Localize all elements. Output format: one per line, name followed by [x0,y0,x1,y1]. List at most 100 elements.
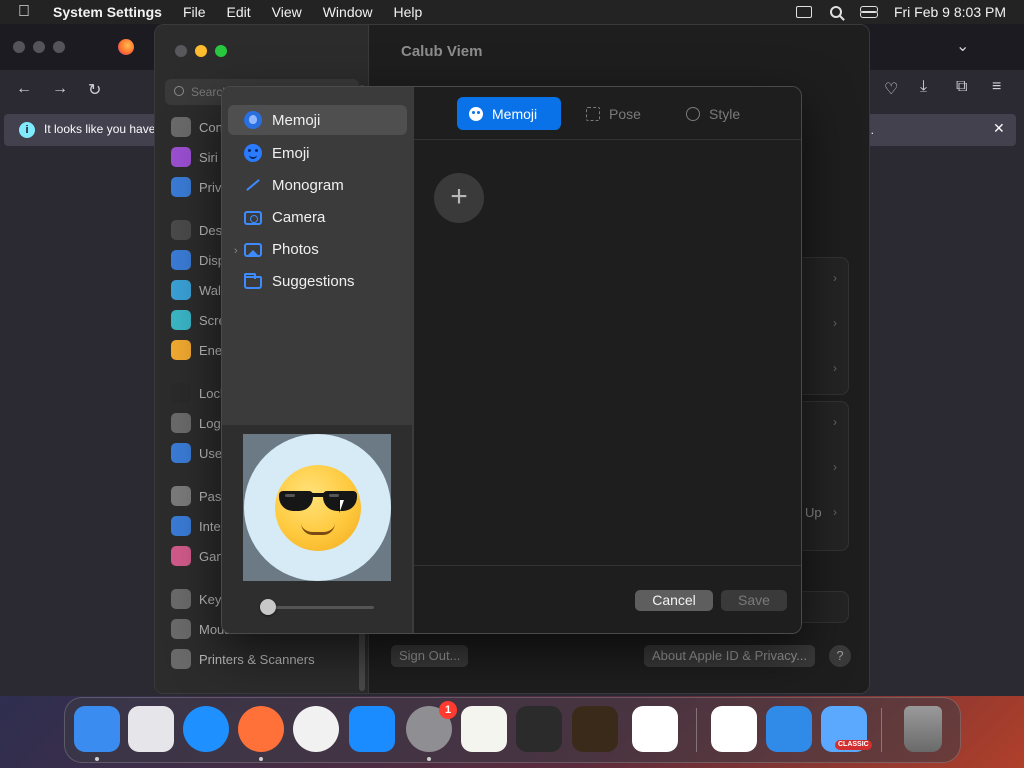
chevron-right-icon[interactable]: › [833,271,837,285]
cancel-button[interactable]: Cancel [635,590,713,611]
zoom-slider-track[interactable] [266,606,374,609]
pocket-icon[interactable]: ♡ [884,79,898,99]
settings-pane-icon [171,516,191,536]
dock-app-visual-studio[interactable] [711,706,757,752]
settings-pane-icon [171,443,191,463]
dock-app-weather[interactable] [766,706,812,752]
dock-app-app-store[interactable] [349,706,395,752]
dock-app-terminal[interactable] [516,706,562,752]
about-apple-id-button[interactable]: About Apple ID & Privacy... [644,645,816,667]
spotlight-search-icon[interactable] [829,6,842,18]
chevron-right-icon[interactable]: › [833,415,837,429]
dock-app-system-settings[interactable]: 1 [406,701,457,752]
source-item-emoji[interactable]: Emoji [228,138,407,168]
save-button[interactable]: Save [721,590,787,611]
chevron-right-icon[interactable]: › [833,316,837,330]
dock-app-classic[interactable]: CLASSIC [821,706,872,752]
sidebar-item[interactable]: Gam [171,544,227,568]
browser-zoom-button[interactable] [53,41,65,53]
tab-list-chevron-icon[interactable]: ⌄ [956,36,969,56]
sunglasses [279,491,357,511]
sidebar-item[interactable]: Priv [171,175,221,199]
sidebar-item[interactable]: Des [171,218,222,242]
extensions-icon[interactable]: ⧉ [956,78,967,96]
settings-row-label[interactable]: Up [805,505,822,520]
window-zoom-button[interactable] [215,45,227,57]
sidebar-item[interactable]: Lock [171,381,226,405]
control-center-icon[interactable] [859,6,878,18]
sidebar-item[interactable]: Keyb [171,587,229,611]
dock-app-vs-code[interactable] [632,706,678,752]
dock-app-textedit[interactable] [461,706,507,752]
browser-minimize-button[interactable] [33,41,45,53]
notice-close-icon[interactable]: ✕ [993,120,1005,137]
source-item-memoji[interactable]: Memoji [228,105,407,135]
add-memoji-button[interactable]: + [434,173,484,223]
sidebar-item[interactable]: Wall [171,278,224,302]
sign-out-button[interactable]: Sign Out... [391,645,469,667]
chevron-right-icon[interactable]: › [833,460,837,474]
chevron-right-icon[interactable]: › [833,361,837,375]
dock-separator [696,708,697,752]
sidebar-item[interactable]: Siri [171,145,218,169]
source-item-monogram[interactable]: Monogram [228,170,407,200]
tab-pose[interactable]: Pose [574,97,664,130]
dock-app-firefox[interactable] [238,706,284,752]
source-item-suggestions[interactable]: Suggestions [228,266,407,296]
back-arrow-icon[interactable]: ← [16,80,32,98]
source-label: Camera [272,208,326,226]
tab-style[interactable]: Style [674,97,764,130]
footer-divider [414,565,801,566]
source-item-photos[interactable]: Photos [228,234,407,264]
sidebar-item[interactable]: Use [171,441,222,465]
menu-view[interactable]: View [272,4,302,20]
sidebar-item-label: Siri [199,149,218,165]
browser-close-button[interactable] [13,41,25,53]
sidebar-item[interactable]: Pass [171,484,228,508]
sidebar-item[interactable]: Scre [171,308,226,332]
sidebar-item[interactable]: Inter [171,514,225,538]
sidebar-item[interactable]: Logi [171,411,224,435]
settings-pane-icon [171,147,191,167]
dock-app-chrome[interactable] [293,706,339,752]
hamburger-menu-icon[interactable]: ≡ [992,78,1001,96]
firefox-tab-icon[interactable] [118,39,134,55]
sidebar-item[interactable]: Con [171,115,223,139]
settings-pane-icon [171,383,191,403]
screen-mirroring-icon[interactable] [795,6,812,18]
help-button[interactable]: ? [829,645,851,667]
running-indicator [95,757,99,761]
menu-file[interactable]: File [183,4,206,20]
downloads-icon[interactable]: ⤓ [920,78,927,96]
window-close-button[interactable] [175,45,187,57]
dock-app-garageband[interactable] [572,706,618,752]
zoom-slider-knob[interactable] [260,599,276,615]
chevron-right-icon[interactable]: › [833,505,837,519]
menu-help[interactable]: Help [394,4,423,20]
sidebar-item[interactable]: Ene [171,338,222,362]
sidebar-item-label: Priv [199,179,222,195]
dock-app-trash[interactable] [904,706,942,752]
running-indicator [427,757,431,761]
menu-clock[interactable]: Fri Feb 9 8:03 PM [894,4,1006,20]
dock-app-launchpad[interactable] [128,706,174,752]
dock-app-finder[interactable] [74,706,120,752]
apple-menu-icon[interactable]:  [18,3,38,21]
window-minimize-button[interactable] [195,45,207,57]
tab-memoji[interactable]: Memoji [457,97,561,130]
sidebar-item[interactable]: Printers & Scanners [171,647,315,671]
forward-arrow-icon[interactable]: → [52,80,68,98]
menu-app-name[interactable]: System Settings [53,4,162,20]
settings-pane-icon [171,340,191,360]
reload-icon[interactable]: ↻ [88,80,101,100]
settings-window-title: Calub Viem [401,43,483,60]
smile [301,523,335,535]
sidebar-item[interactable]: Disp [171,248,225,272]
settings-pane-icon [171,486,191,506]
source-item-camera[interactable]: Camera [228,202,407,232]
dock-separator [881,708,882,752]
menu-window[interactable]: Window [323,4,373,20]
menu-edit[interactable]: Edit [227,4,251,20]
dock-app-safari[interactable] [183,706,229,752]
avatar-preview[interactable] [243,434,391,581]
